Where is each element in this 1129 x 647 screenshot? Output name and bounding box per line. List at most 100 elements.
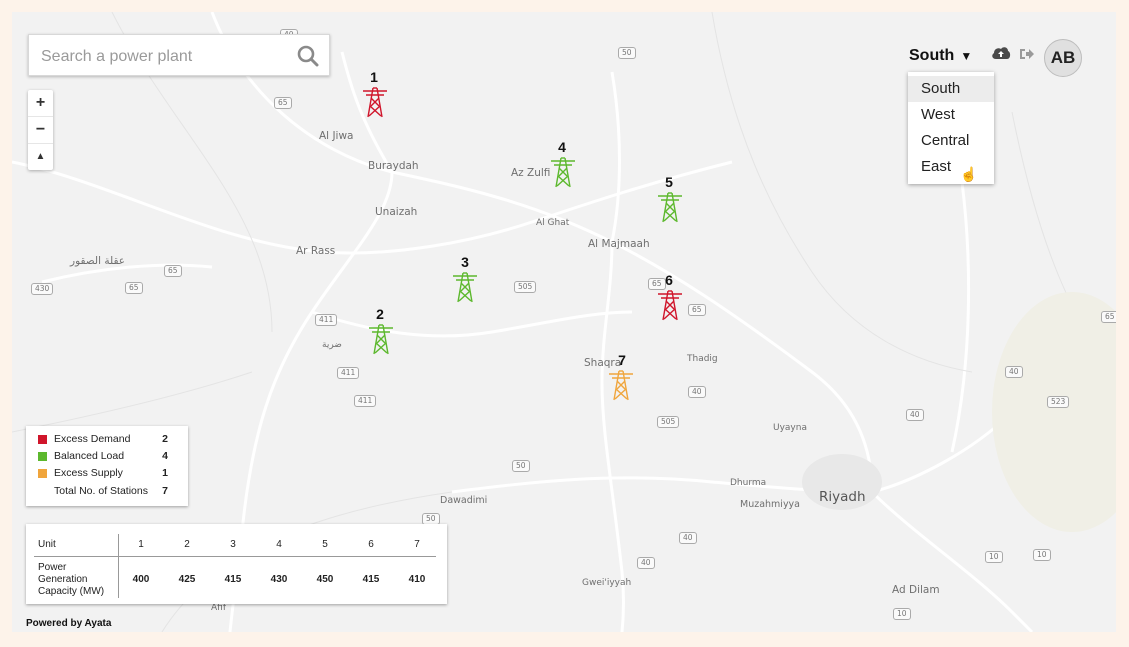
table-divider [118, 534, 119, 598]
region-option-west[interactable]: West [908, 102, 994, 128]
region-option-central[interactable]: Central [908, 128, 994, 154]
road-shield: 411 [337, 367, 360, 379]
place-label: Al Ghat [536, 218, 570, 228]
unit-header-cell: 7 [414, 539, 420, 550]
place-label: Gwei'iyyah [582, 578, 632, 588]
hand-cursor-icon: ☝ [960, 166, 978, 182]
place-label: Dhurma [730, 478, 767, 488]
zoom-in-button[interactable]: + [28, 90, 53, 117]
table-divider [34, 556, 436, 557]
legend-count: 4 [162, 450, 168, 462]
excess-supply-swatch [38, 469, 47, 478]
unit-header-cell: 4 [276, 539, 282, 550]
avatar[interactable]: AB [1044, 39, 1082, 77]
capacity-cell: 410 [408, 574, 426, 585]
legend-count: 7 [162, 485, 168, 497]
power-tower-icon[interactable] [657, 191, 683, 228]
place-label: Ad Dilam [892, 584, 940, 596]
power-tower-icon[interactable] [362, 86, 388, 123]
station-number: 4 [558, 139, 566, 155]
road-shield: 10 [1033, 549, 1051, 561]
road-shield: 50 [618, 47, 636, 59]
road-shield: 430 [31, 283, 54, 295]
table-row-label: Power Generation Capacity (MW) [38, 562, 105, 597]
region-option-east[interactable]: East ☝ [908, 154, 994, 182]
power-tower-icon[interactable] [657, 289, 683, 326]
station-number: 1 [370, 69, 378, 85]
station-number: 6 [665, 272, 673, 288]
road-shield: 505 [657, 416, 680, 428]
caret-down-icon: ▼ [960, 49, 973, 63]
legend-label: Balanced Load [54, 450, 125, 462]
table-header-label: Unit [38, 539, 56, 550]
powered-by-label: Powered by Ayata [26, 618, 112, 629]
road-shield: 40 [679, 532, 697, 544]
unit-header-cell: 1 [138, 539, 144, 550]
search-input[interactable] [39, 45, 293, 69]
unit-header-cell: 3 [230, 539, 236, 550]
region-select[interactable]: South ▼ [909, 47, 972, 65]
cloud-upload-icon[interactable] [991, 45, 1011, 66]
legend-count: 1 [162, 467, 168, 479]
place-label: Unaizah [375, 206, 418, 218]
road-shield: 65 [688, 304, 706, 316]
capacity-cell: 415 [224, 574, 242, 585]
place-label: Az Zulfi [511, 167, 551, 179]
capacity-cell: 430 [270, 574, 288, 585]
place-label: Al Majmaah [588, 238, 650, 250]
search-icon[interactable] [297, 45, 319, 72]
capacity-cell: 450 [316, 574, 334, 585]
road-shield: 50 [512, 460, 530, 472]
capacity-cell: 400 [132, 574, 150, 585]
legend-label: Excess Supply [54, 467, 123, 479]
place-label: Uyayna [773, 423, 807, 433]
road-shield: 523 [1047, 396, 1070, 408]
road-shield: 65 [125, 282, 143, 294]
road-shield: 65 [164, 265, 182, 277]
place-label: Ar Rass [296, 245, 336, 257]
unit-header-cell: 5 [322, 539, 328, 550]
region-dropdown-menu: South West Central East ☝ [908, 72, 994, 184]
power-tower-icon[interactable] [550, 156, 576, 193]
place-label: Thadig [687, 354, 718, 364]
region-select-value: South [909, 47, 955, 64]
balanced-load-swatch [38, 452, 47, 461]
unit-capacity-table: Unit Power Generation Capacity (MW) 1 2 … [26, 524, 447, 604]
logout-icon[interactable] [1019, 47, 1035, 66]
road-shield: 40 [637, 557, 655, 569]
place-label: Buraydah [368, 160, 419, 172]
road-shield: 10 [985, 551, 1003, 563]
place-label: Dawadimi [440, 495, 488, 506]
place-label: Afif [211, 603, 226, 613]
station-number: 2 [376, 306, 384, 322]
zoom-controls: + − ▲ [28, 90, 53, 170]
station-number: 5 [665, 174, 673, 190]
road-shield: 40 [1005, 366, 1023, 378]
station-number: 3 [461, 254, 469, 270]
road-shield: 411 [315, 314, 338, 326]
zoom-out-button[interactable]: − [28, 117, 53, 144]
compass-button[interactable]: ▲ [28, 144, 53, 170]
road-shield: 40 [688, 386, 706, 398]
road-shield: 505 [514, 281, 537, 293]
region-option-south[interactable]: South [908, 76, 994, 102]
station-number: 7 [618, 352, 626, 368]
unit-header-cell: 2 [184, 539, 190, 550]
search-box [28, 34, 330, 76]
place-label: Al Jiwa [319, 130, 354, 142]
excess-demand-swatch [38, 435, 47, 444]
status-legend: Excess Demand 2 Balanced Load 4 Excess S… [26, 426, 188, 506]
legend-label: Excess Demand [54, 433, 131, 445]
unit-header-cell: 6 [368, 539, 374, 550]
road-shield: 10 [893, 608, 911, 620]
place-label: Riyadh [819, 489, 866, 505]
road-shield: 65 [274, 97, 292, 109]
power-tower-icon[interactable] [608, 369, 634, 406]
power-tower-icon[interactable] [368, 323, 394, 360]
power-tower-icon[interactable] [452, 271, 478, 308]
place-label: عقلة الصقور [70, 255, 126, 267]
legend-count: 2 [162, 433, 168, 445]
road-shield: 40 [906, 409, 924, 421]
road-shield: 65 [1101, 311, 1116, 323]
capacity-cell: 425 [178, 574, 196, 585]
